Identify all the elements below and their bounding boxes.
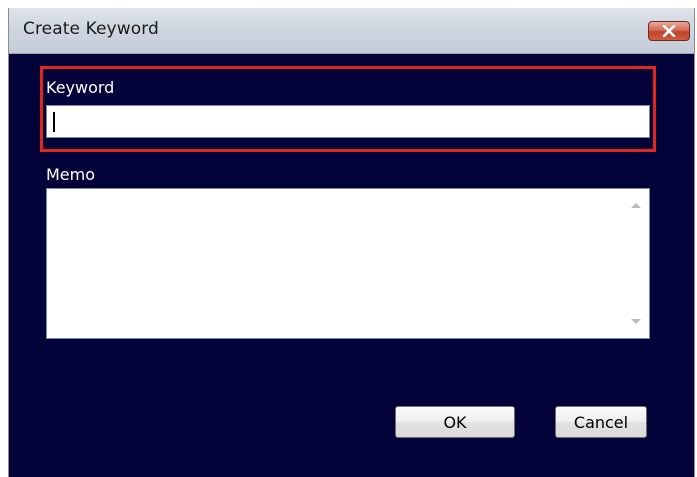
memo-scrollbar[interactable] [623, 189, 649, 338]
scroll-up-icon[interactable] [631, 203, 641, 208]
memo-label: Memo [46, 165, 96, 184]
memo-field[interactable] [46, 188, 650, 339]
close-icon [662, 25, 676, 37]
keyword-input[interactable] [46, 105, 650, 138]
title-bar: Create Keyword [9, 8, 694, 54]
ok-button[interactable]: OK [395, 406, 515, 438]
text-caret [53, 112, 55, 132]
create-keyword-dialog: Create Keyword Keyword Memo OK Cancel [8, 8, 695, 477]
close-button[interactable] [648, 21, 690, 41]
keyword-label: Keyword [46, 78, 115, 97]
scroll-down-icon[interactable] [631, 319, 641, 324]
memo-textarea[interactable] [47, 189, 622, 338]
cancel-button[interactable]: Cancel [555, 406, 647, 438]
dialog-title: Create Keyword [23, 19, 159, 39]
